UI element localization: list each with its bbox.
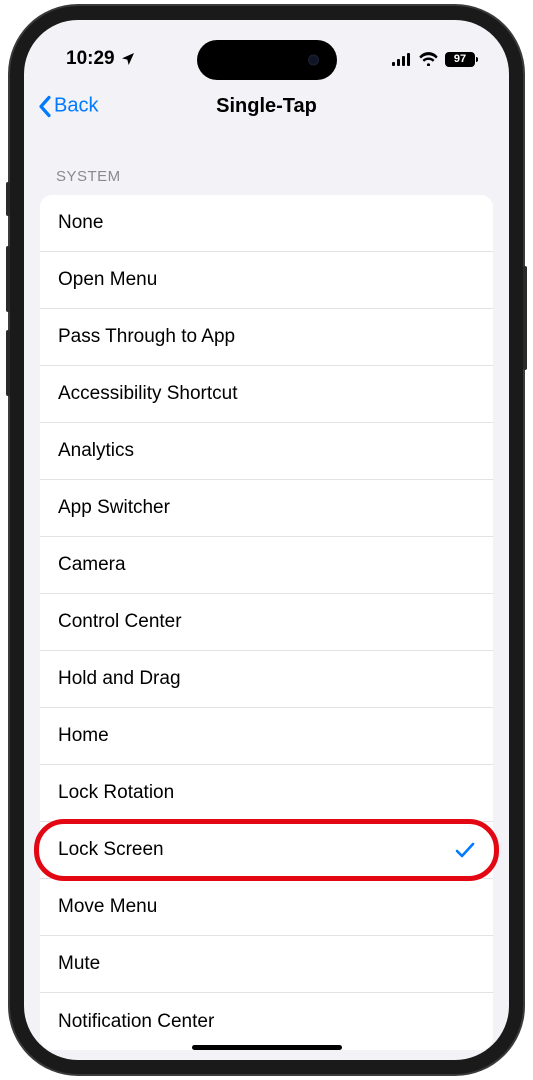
list-item-label: App Switcher — [58, 497, 170, 519]
power-button — [523, 266, 527, 370]
list-item-label: Mute — [58, 953, 100, 975]
list-item-label: None — [58, 212, 103, 234]
cellular-icon — [392, 53, 412, 66]
back-label: Back — [54, 95, 98, 118]
list-item[interactable]: Accessibility Shortcut — [40, 366, 493, 423]
battery-level: 97 — [445, 52, 475, 67]
phone-frame: 10:29 97 — [10, 6, 523, 1074]
list-item[interactable]: Open Menu — [40, 252, 493, 309]
list-item-label: Analytics — [58, 440, 134, 462]
nav-bar: Back Single-Tap — [24, 80, 509, 132]
silent-switch — [6, 182, 10, 216]
status-time: 10:29 — [66, 48, 115, 70]
list-item[interactable]: Camera — [40, 537, 493, 594]
status-left: 10:29 — [66, 48, 136, 70]
list-item[interactable]: Control Center — [40, 594, 493, 651]
status-right: 97 — [392, 52, 475, 67]
list-item[interactable]: App Switcher — [40, 480, 493, 537]
volume-down-button — [6, 330, 10, 396]
location-icon — [120, 51, 136, 67]
list-item-label: Accessibility Shortcut — [58, 383, 238, 405]
checkmark-icon — [455, 841, 475, 859]
list-item[interactable]: Move Menu — [40, 879, 493, 936]
list-item-label: Pass Through to App — [58, 326, 235, 348]
list-item-label: Camera — [58, 554, 126, 576]
list-item-label: Hold and Drag — [58, 668, 181, 690]
list-item[interactable]: Analytics — [40, 423, 493, 480]
volume-up-button — [6, 246, 10, 312]
list-item[interactable]: Mute — [40, 936, 493, 993]
list-item-label: Open Menu — [58, 269, 157, 291]
list-item-label: Control Center — [58, 611, 182, 633]
wifi-icon — [419, 52, 438, 66]
section-header: SYSTEM — [24, 132, 509, 195]
list-item[interactable]: Lock Rotation — [40, 765, 493, 822]
list-item-label: Lock Rotation — [58, 782, 174, 804]
list-item-label: Notification Center — [58, 1011, 214, 1033]
list-item-label: Move Menu — [58, 896, 157, 918]
back-button[interactable]: Back — [38, 95, 98, 118]
list-item-label: Home — [58, 725, 109, 747]
list-item[interactable]: Pass Through to App — [40, 309, 493, 366]
battery-icon: 97 — [445, 52, 475, 67]
phone-screen: 10:29 97 — [24, 20, 509, 1060]
dynamic-island — [197, 40, 337, 80]
list-item[interactable]: Lock Screen — [40, 822, 493, 879]
settings-list: None Open Menu Pass Through to App Accessib… — [40, 195, 493, 1050]
chevron-left-icon — [38, 95, 52, 117]
list-item[interactable]: Home — [40, 708, 493, 765]
home-indicator[interactable] — [192, 1045, 342, 1050]
list-item[interactable]: Hold and Drag — [40, 651, 493, 708]
list-item[interactable]: None — [40, 195, 493, 252]
list-item-label: Lock Screen — [58, 839, 164, 861]
list-item[interactable]: Notification Center — [40, 993, 493, 1050]
page-title: Single-Tap — [216, 95, 317, 118]
